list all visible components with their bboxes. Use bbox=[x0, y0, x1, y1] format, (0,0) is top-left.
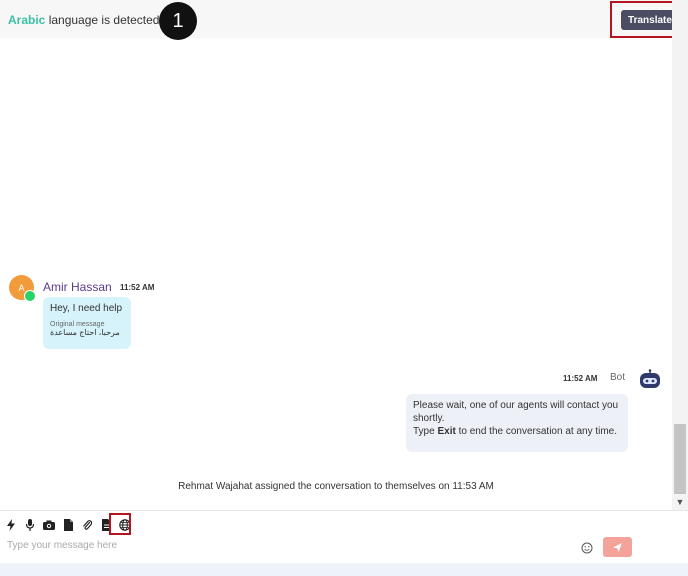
exit-keyword: Exit bbox=[437, 426, 456, 437]
user-message-time: 11:52 AM bbox=[120, 283, 155, 292]
send-icon bbox=[613, 542, 622, 552]
message-input[interactable] bbox=[7, 537, 567, 553]
scrollbar-thumb[interactable] bbox=[674, 424, 686, 494]
original-message-text: مرحبا، احتاج مساعدة bbox=[50, 328, 120, 337]
translate-button[interactable]: Translate bbox=[621, 10, 679, 30]
document-icon[interactable] bbox=[61, 517, 75, 533]
emoji-icon[interactable] bbox=[581, 541, 593, 554]
detected-suffix: language is detected bbox=[45, 13, 160, 27]
user-name: Amir Hassan bbox=[43, 280, 112, 294]
incoming-message-text: Hey, I need help bbox=[50, 303, 123, 314]
composer-divider bbox=[0, 510, 688, 511]
lightning-icon[interactable] bbox=[4, 517, 18, 533]
whatsapp-icon bbox=[24, 290, 36, 302]
bot-avatar-icon bbox=[638, 369, 662, 391]
microphone-icon[interactable] bbox=[23, 517, 37, 533]
step-number-badge: 1 bbox=[159, 2, 197, 40]
bot-message-line-2: Type Exit to end the conversation at any… bbox=[413, 426, 618, 437]
bot-message-time: 11:52 AM bbox=[563, 374, 598, 383]
original-message-label: Original message bbox=[50, 321, 105, 328]
outgoing-message-bubble: Please wait, one of our agents will cont… bbox=[406, 394, 628, 452]
language-detected-text: Arabic language is detected bbox=[8, 13, 159, 27]
bot-message-line-1: Please wait, one of our agents will cont… bbox=[413, 400, 619, 424]
bottom-strip bbox=[0, 563, 688, 576]
system-assignment-message: Rehmat Wajahat assigned the conversation… bbox=[178, 481, 494, 492]
paperclip-icon[interactable] bbox=[80, 517, 94, 533]
camera-icon[interactable] bbox=[42, 517, 56, 533]
bot-name: Bot bbox=[610, 372, 626, 383]
send-button[interactable] bbox=[603, 537, 632, 557]
language-detection-bar: Arabic language is detected bbox=[0, 0, 672, 38]
globe-highlight-box bbox=[109, 513, 131, 535]
incoming-message-bubble: Hey, I need help Original message مرحبا،… bbox=[43, 297, 131, 349]
detected-language: Arabic bbox=[8, 13, 46, 27]
scroll-down-arrow[interactable]: ▼ bbox=[672, 496, 688, 508]
